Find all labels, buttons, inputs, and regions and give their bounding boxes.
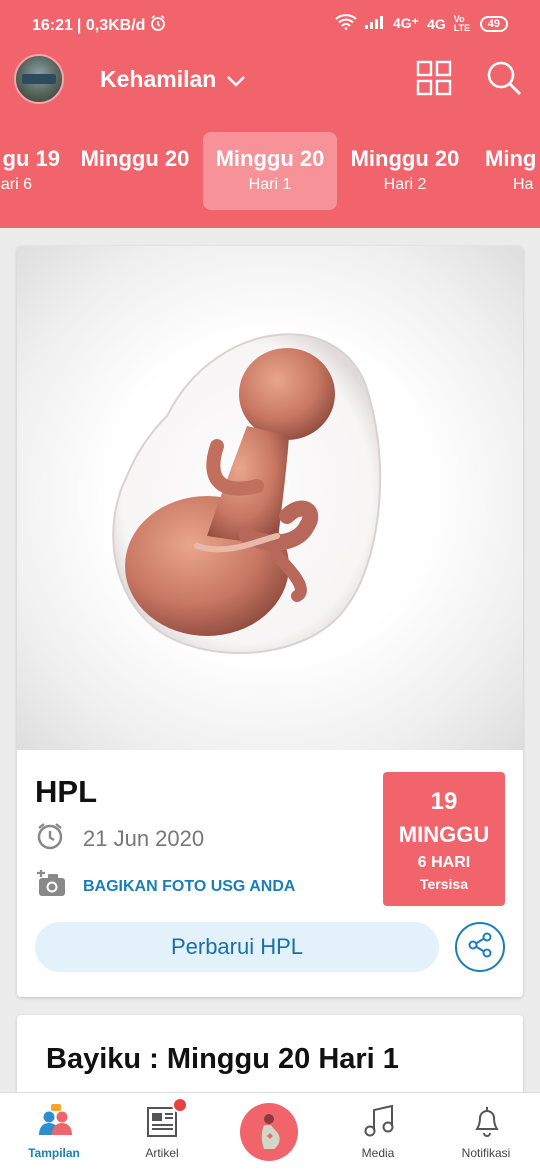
status-time: 16:21	[32, 16, 73, 34]
share-icon	[467, 932, 493, 963]
alarm-icon	[149, 14, 167, 37]
add-photo-icon	[35, 870, 67, 903]
nav-label: Tampilan	[28, 1146, 80, 1160]
app-title: Kehamilan	[100, 66, 217, 92]
tab-day-label: ari 6	[0, 176, 32, 193]
nav-label: Notifikasi	[461, 1146, 511, 1160]
due-date-row: 21 Jun 2020	[35, 821, 204, 857]
nav-tampilan[interactable]: Tampilan	[0, 1093, 108, 1170]
hpl-title: HPL	[35, 774, 97, 809]
nav-pregnancy[interactable]	[216, 1093, 324, 1170]
baby-card-title: Bayiku : Minggu 20 Hari 1	[46, 1043, 399, 1075]
tab-day-label: Ha	[513, 176, 534, 193]
tab-day-label: Hari 1	[248, 176, 292, 193]
tab-week20-day3[interactable]: Ming Ha	[473, 132, 540, 210]
search-icon[interactable]	[486, 60, 522, 101]
wifi-icon	[335, 14, 357, 33]
grid-icon[interactable]	[416, 60, 452, 101]
pregnancy-icon	[240, 1103, 298, 1161]
tab-week20-day2[interactable]: Minggu 20 Hari 2	[338, 132, 472, 210]
battery-icon: 49	[479, 15, 508, 32]
nav-label: Media	[361, 1146, 395, 1160]
countdown-days: 6 HARI	[417, 854, 471, 871]
status-bar: 16:21 | 0,3KB/d 4G⁺ 4G Vo LTE 49	[0, 0, 540, 48]
app-bar: Kehamilan	[0, 48, 540, 110]
tab-week-label: Minggu 20	[350, 146, 460, 171]
due-date: 21 Jun 2020	[83, 826, 205, 851]
tab-week-label: Ming	[485, 146, 537, 171]
countdown-remaining: Tersisa	[420, 876, 468, 892]
share-button[interactable]	[455, 922, 505, 972]
tab-week20-day1[interactable]: Minggu 20 Hari 1	[203, 132, 337, 210]
alarm-clock-icon	[35, 821, 65, 857]
nav-media[interactable]: Media	[324, 1093, 432, 1170]
share-usg-link[interactable]: BAGIKAN FOTO USG ANDA	[35, 870, 295, 903]
signal-icon	[364, 15, 385, 32]
music-icon	[361, 1103, 397, 1139]
tab-day-label: Hari 2	[383, 176, 427, 193]
week-tabs: gu 19 ari 6 Minggu 20 Minggu 20 Hari 1 M…	[0, 110, 540, 228]
nav-notifikasi[interactable]: Notifikasi	[432, 1093, 540, 1170]
countdown-box: 19 MINGGU 6 HARI Tersisa	[383, 772, 505, 906]
hpl-card: HPL 21 Jun 2020 BAGIKAN FOTO USG ANDA 19…	[17, 246, 523, 997]
people-icon	[37, 1103, 73, 1139]
avatar[interactable]	[14, 54, 64, 104]
tab-week-label: gu 19	[2, 146, 60, 171]
tab-week-label: Minggu 20	[215, 146, 325, 171]
tab-week19-day6[interactable]: gu 19 ari 6	[0, 132, 72, 210]
nav-label: Artikel	[145, 1146, 179, 1160]
tab-week20-day0[interactable]: Minggu 20	[68, 132, 202, 210]
bell-icon	[469, 1103, 505, 1139]
notification-badge	[172, 1097, 188, 1113]
network-label-1: 4G⁺	[392, 15, 420, 31]
nav-artikel[interactable]: Artikel	[108, 1093, 216, 1170]
chevron-down-icon	[226, 66, 246, 93]
tab-week-label: Minggu 20	[80, 146, 190, 171]
countdown-weeks: 19	[430, 788, 458, 815]
volte-label: Vo LTE	[453, 13, 471, 33]
share-usg-label: BAGIKAN FOTO USG ANDA	[83, 877, 296, 895]
status-speed: | 0,3KB/d	[76, 16, 146, 34]
network-label-2: 4G	[427, 15, 446, 32]
pregnancy-dropdown[interactable]: Kehamilan	[100, 66, 246, 93]
bottom-nav: Tampilan Artikel Media Notifikasi	[0, 1092, 540, 1170]
update-hpl-button[interactable]: Perbarui HPL	[35, 922, 439, 972]
fetus-image	[17, 246, 523, 750]
countdown-weeks-unit: MINGGU	[398, 822, 490, 847]
